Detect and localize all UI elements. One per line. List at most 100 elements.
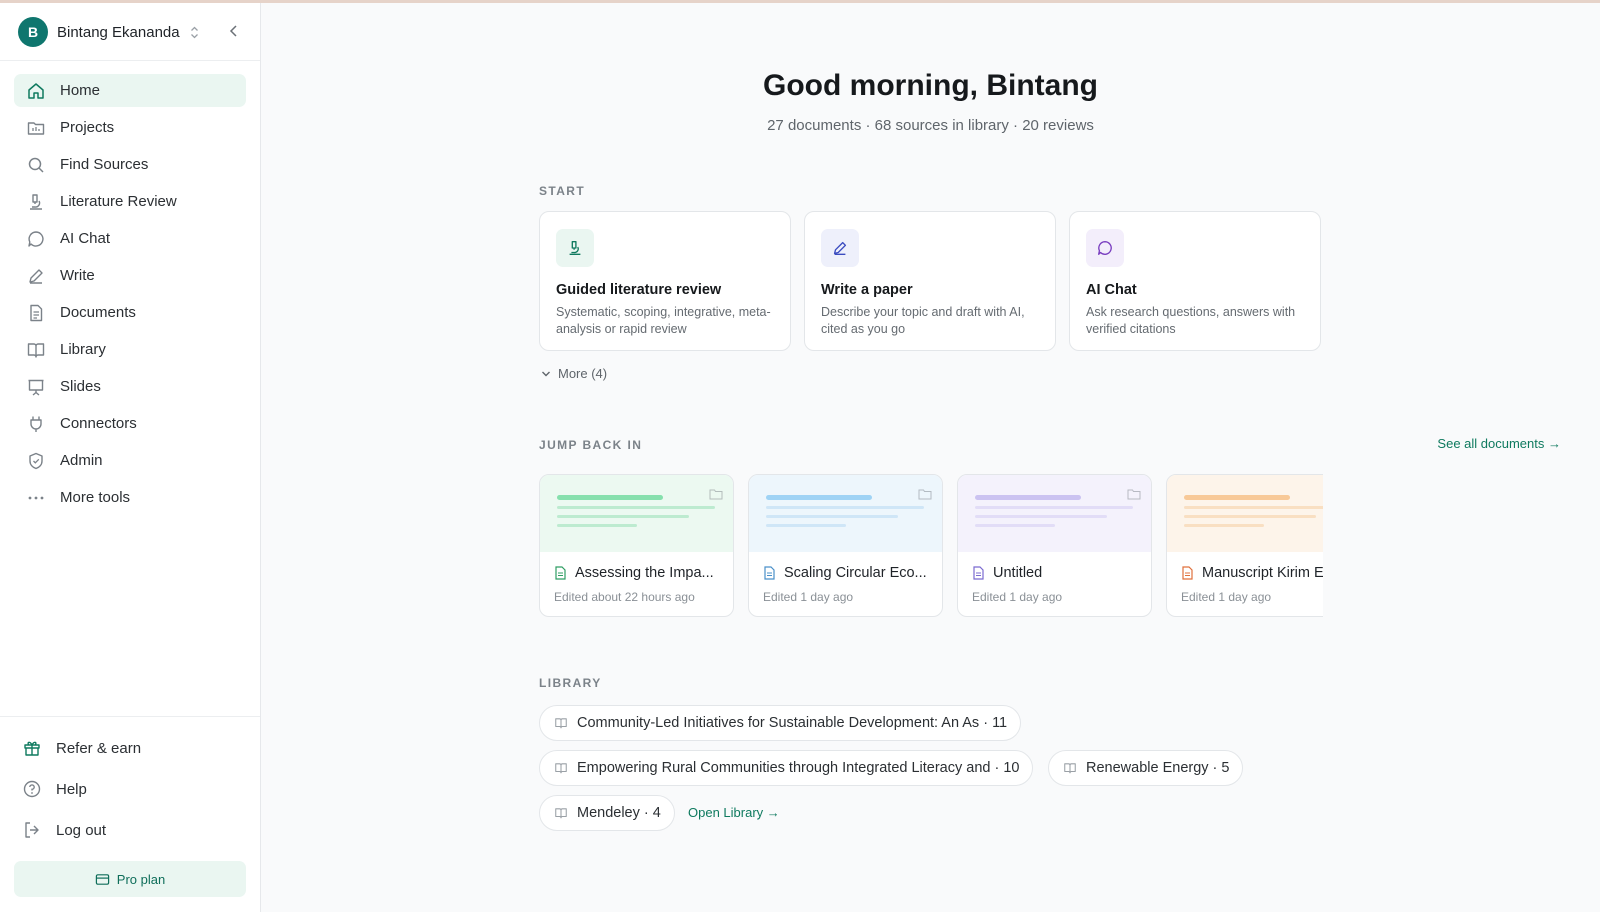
shield-icon	[29, 452, 43, 469]
library-collection-chip[interactable]: Mendeley · 4	[539, 795, 675, 831]
search-icon	[28, 157, 44, 173]
nav-item-slides[interactable]: Slides	[14, 370, 246, 403]
document-icon	[555, 566, 566, 580]
nav-label: Log out	[56, 821, 107, 839]
nav-item-admin[interactable]: Admin	[14, 444, 246, 477]
chevron-down-icon	[542, 371, 550, 376]
nav-label: Refer & earn	[56, 739, 142, 757]
recent-doc-card[interactable]: Assessing the Impa... Edited about 22 ho…	[539, 474, 734, 617]
library-collection-chip[interactable]: Community-Led Initiatives for Sustainabl…	[539, 705, 1022, 741]
nav-item-find-sources[interactable]: Find Sources	[14, 148, 246, 181]
card-title: Write a paper	[821, 282, 913, 298]
nav-item-home[interactable]: Home	[14, 74, 246, 107]
account-switcher[interactable]: B Bintang Ekananda	[18, 16, 248, 48]
nav-label: Write	[60, 267, 95, 284]
doc-title-row: Assessing the Impa...	[554, 565, 732, 581]
library-collection-chip[interactable]: Empowering Rural Communities through Int…	[539, 750, 1034, 786]
nav-item-library[interactable]: Library	[14, 333, 246, 366]
library-collection-chip[interactable]: Renewable Energy · 5	[1048, 750, 1244, 786]
more-start-options-button[interactable]: More (4)	[541, 366, 607, 381]
book-icon	[555, 808, 567, 819]
collapse-sidebar-icon[interactable]	[226, 23, 242, 39]
gift-icon	[24, 741, 40, 756]
nav-label: Projects	[60, 119, 115, 136]
card-description: Ask research questions, answers with ver…	[1086, 305, 1296, 336]
more-label: More (4)	[558, 366, 608, 381]
avatar: B	[18, 17, 48, 47]
doc-title: Manuscript Kirim E	[1202, 565, 1323, 581]
credit-card-icon	[95, 873, 109, 885]
nav-label: Literature Review	[60, 193, 177, 210]
divider	[0, 60, 260, 61]
book-icon	[1064, 763, 1076, 774]
nav-item-more-tools[interactable]: More tools	[14, 481, 246, 514]
card-description: Systematic, scoping, integrative, meta-a…	[556, 305, 771, 336]
recent-doc-card[interactable]: Untitled Edited 1 day ago	[957, 474, 1152, 617]
section-label-library: LIBRARY	[539, 676, 602, 690]
open-library-link[interactable]: Open Library →	[688, 805, 780, 820]
doc-title: Untitled	[993, 565, 1043, 581]
summary-stats: 27 documents · 68 sources in library · 2…	[767, 117, 1094, 134]
nav-label: Slides	[60, 378, 101, 395]
nav-label: More tools	[60, 489, 131, 506]
nav-label: Library	[60, 341, 106, 358]
nav-item-connectors[interactable]: Connectors	[14, 407, 246, 440]
nav-item-projects[interactable]: Projects	[14, 111, 246, 144]
presentation-icon	[28, 379, 44, 396]
folder-icon	[709, 489, 723, 500]
document-icon	[30, 304, 43, 321]
nav-item-ai-chat[interactable]: AI Chat	[14, 222, 246, 255]
recent-doc-card[interactable]: Manuscript Kirim E Edited 1 day ago	[1166, 474, 1323, 617]
nav-label: Documents	[60, 304, 136, 321]
doc-title-row: Untitled	[972, 565, 1150, 581]
plug-icon	[30, 416, 42, 432]
doc-thumbnail	[749, 475, 942, 552]
nav-label: Help	[56, 780, 87, 798]
nav-label: Admin	[60, 452, 103, 469]
chip-label: Empowering Rural Communities through Int…	[577, 760, 1020, 776]
doc-thumbnail	[958, 475, 1151, 552]
recent-doc-card[interactable]: Scaling Circular Eco... Edited 1 day ago	[748, 474, 943, 617]
main-nav: Home Projects Find Sources Literature Re…	[14, 74, 246, 518]
doc-edited: Edited about 22 hours ago	[554, 590, 695, 604]
nav-item-help[interactable]: Help	[14, 771, 246, 807]
document-icon	[1182, 566, 1193, 580]
nav-item-write[interactable]: Write	[14, 259, 246, 292]
card-write-a-paper[interactable]: Write a paper Describe your topic and dr…	[804, 211, 1056, 351]
book-icon	[555, 718, 567, 729]
nav-item-refer-earn[interactable]: Refer & earn	[14, 730, 246, 766]
doc-edited: Edited 1 day ago	[972, 590, 1063, 604]
see-all-documents-link[interactable]: See all documents →	[1437, 436, 1561, 451]
doc-title-row: Manuscript Kirim E	[1181, 565, 1323, 581]
nav-item-documents[interactable]: Documents	[14, 296, 246, 329]
doc-title: Assessing the Impa...	[575, 565, 714, 581]
card-title: AI Chat	[1086, 282, 1137, 298]
document-icon	[764, 566, 775, 580]
book-icon	[555, 763, 567, 774]
nav-label: Home	[60, 82, 101, 99]
card-description: Describe your topic and draft with AI, c…	[821, 305, 1025, 336]
home-icon	[28, 82, 44, 99]
nav-item-literature-review[interactable]: Literature Review	[14, 185, 246, 218]
pro-plan-button[interactable]: Pro plan	[14, 861, 246, 897]
bottom-nav: Refer & earn Help Log out	[14, 730, 246, 853]
section-label-jump-back-in: JUMP BACK IN	[539, 438, 643, 452]
chip-label: Community-Led Initiatives for Sustainabl…	[577, 715, 1008, 731]
page-title: Good morning, Bintang	[763, 69, 1098, 102]
logout-icon	[25, 822, 39, 838]
nav-item-log-out[interactable]: Log out	[14, 812, 246, 848]
pro-plan-label: Pro plan	[116, 871, 166, 887]
nav-label: AI Chat	[60, 230, 111, 247]
chat-icon	[1086, 229, 1124, 267]
card-guided-literature-review[interactable]: Guided literature review Systematic, sco…	[539, 211, 791, 351]
doc-thumbnail	[540, 475, 733, 552]
chip-label: Mendeley · 4	[577, 805, 661, 821]
divider	[0, 716, 260, 717]
doc-title-row: Scaling Circular Eco...	[763, 565, 941, 581]
doc-edited: Edited 1 day ago	[763, 590, 854, 604]
folder-icon	[1127, 489, 1141, 500]
card-ai-chat[interactable]: AI Chat Ask research questions, answers …	[1069, 211, 1321, 351]
recent-documents: Assessing the Impa... Edited about 22 ho…	[539, 474, 1323, 620]
folder-icon	[918, 489, 932, 500]
book-icon	[27, 342, 45, 358]
